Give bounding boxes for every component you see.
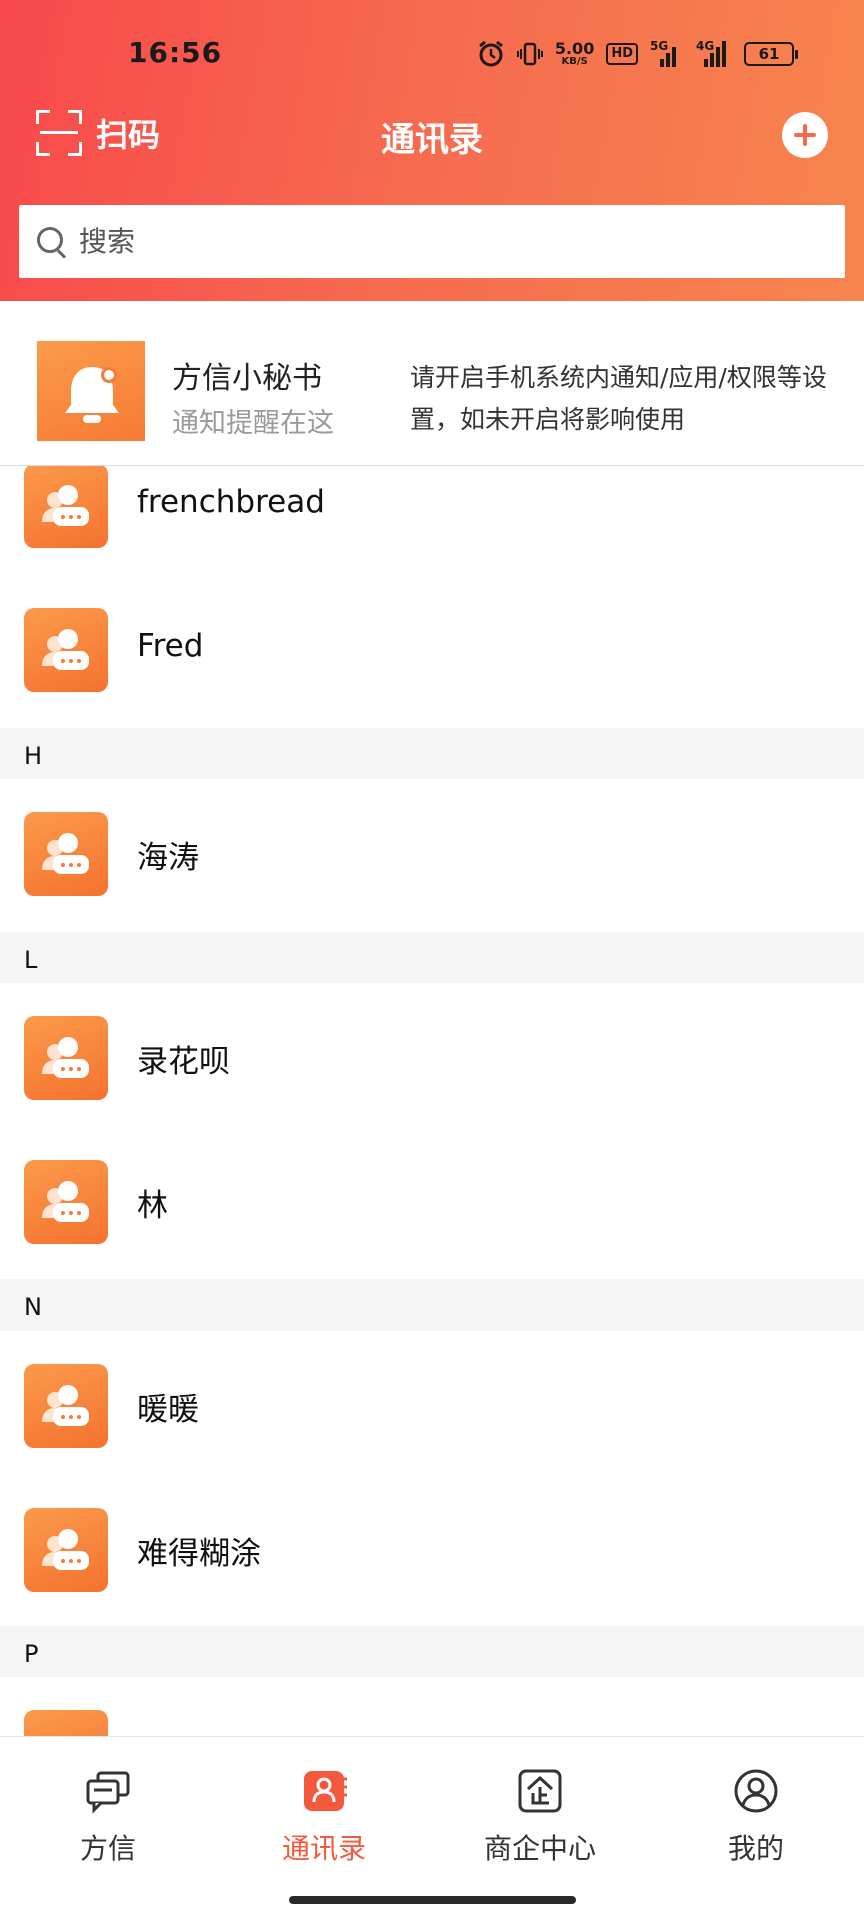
alarm-icon	[477, 40, 505, 68]
search-icon	[37, 226, 67, 259]
add-button[interactable]	[782, 112, 828, 158]
enterprise-icon	[516, 1767, 564, 1815]
section-letter: H	[24, 742, 43, 770]
contact-name: 录花呗	[137, 1044, 230, 1080]
contact-row[interactable]: 暖暖	[0, 1331, 864, 1475]
bell-icon	[65, 367, 119, 423]
search-bar[interactable]	[19, 205, 845, 278]
notice-avatar	[37, 341, 145, 441]
tab-label: 商企中心	[483, 1832, 596, 1865]
contact-name: 暖暖	[137, 1392, 199, 1428]
contact-row[interactable]: 难得糊涂	[0, 1475, 864, 1619]
contacts-icon	[300, 1767, 348, 1815]
contact-avatar	[24, 1508, 108, 1592]
chat-icon	[84, 1767, 132, 1815]
contact-name: 林	[137, 1188, 168, 1224]
contact-name: Fred	[137, 628, 204, 664]
contact-name: 难得糊涂	[137, 1536, 261, 1572]
section-letter: P	[24, 1640, 39, 1668]
page-title: 通讯录	[381, 120, 483, 160]
home-indicator[interactable]	[289, 1896, 576, 1904]
contact-avatar	[24, 812, 108, 896]
tab-label: 通讯录	[281, 1832, 366, 1865]
section-letter: L	[24, 946, 38, 974]
notice-message: 请开启手机系统内通知/应用/权限等设置，如未开启将影响使用	[410, 363, 827, 434]
section-header: N	[0, 1279, 864, 1338]
group-chat-icon	[42, 1181, 89, 1222]
group-chat-icon	[42, 629, 89, 670]
tab-label: 方信	[79, 1832, 136, 1865]
signal-4g-label: 4G	[696, 39, 715, 53]
contact-avatar	[24, 1364, 108, 1448]
bottom-nav: 方信 通讯录 商企中心 我的	[0, 1736, 864, 1920]
signal-5g-icon: 5G	[650, 39, 684, 67]
group-chat-icon	[42, 1037, 89, 1078]
group-chat-icon	[42, 1385, 89, 1426]
notice-row[interactable]: 方信小秘书 通知提醒在这 请开启手机系统内通知/应用/权限等设置，如未开启将影响…	[0, 301, 864, 466]
notice-title: 方信小秘书	[172, 361, 322, 396]
contact-avatar	[24, 608, 108, 692]
contact-name: 海涛	[137, 840, 199, 876]
signal-4g-icon: 4G	[696, 39, 732, 67]
group-chat-icon	[42, 485, 89, 526]
contact-avatar	[24, 1160, 108, 1244]
notice-subtitle: 通知提醒在这	[172, 408, 334, 439]
contact-row[interactable]: 林	[0, 1127, 864, 1271]
status-bar: 16:56 5.00 KB/S HD 5G 4G 61	[0, 36, 864, 76]
net-speed: 5.00 KB/S	[555, 41, 594, 67]
contact-row[interactable]: 海涛	[0, 779, 864, 923]
signal-5g-label: 5G	[650, 39, 669, 53]
tab-label: 我的	[727, 1832, 784, 1865]
top-bar: 扫码 通讯录	[0, 100, 864, 170]
contact-row[interactable]: 录花呗	[0, 983, 864, 1127]
search-input[interactable]	[79, 225, 799, 258]
group-chat-icon	[42, 833, 89, 874]
contacts-screen: 16:56 5.00 KB/S HD 5G 4G 61 扫码 通讯录 搜索 方信…	[0, 0, 864, 1920]
net-speed-unit: KB/S	[561, 56, 588, 67]
status-icons: 5.00 KB/S HD 5G 4G 61	[477, 39, 798, 68]
vibrate-icon	[516, 41, 543, 67]
battery-level: 61	[758, 45, 780, 63]
contact-name: frenchbread	[137, 484, 325, 520]
contact-avatar	[24, 466, 108, 548]
tab-business-center[interactable]: 商企中心	[432, 1767, 648, 1867]
tab-mine[interactable]: 我的	[648, 1767, 864, 1867]
status-time: 16:56	[128, 36, 223, 69]
tab-contacts[interactable]: 通讯录	[216, 1767, 432, 1867]
section-letter: N	[24, 1293, 42, 1321]
profile-icon	[732, 1767, 780, 1815]
contact-row[interactable]: frenchbread	[0, 466, 864, 575]
battery-icon: 61	[744, 42, 798, 66]
header: 16:56 5.00 KB/S HD 5G 4G 61 扫码 通讯录 搜索	[0, 0, 864, 301]
contact-avatar	[24, 1016, 108, 1100]
contact-row[interactable]: Fred	[0, 575, 864, 719]
group-chat-icon	[42, 1529, 89, 1570]
contact-row[interactable]	[0, 1677, 864, 1736]
hd-badge: HD	[606, 43, 638, 65]
tab-fangxin[interactable]: 方信	[0, 1767, 216, 1867]
contact-list: frenchbread Fred H 海涛 L 录花呗 林 N 暖暖 难得糊涂 …	[0, 466, 864, 1736]
contact-avatar	[24, 1710, 108, 1736]
net-speed-value: 5.00	[554, 39, 595, 58]
